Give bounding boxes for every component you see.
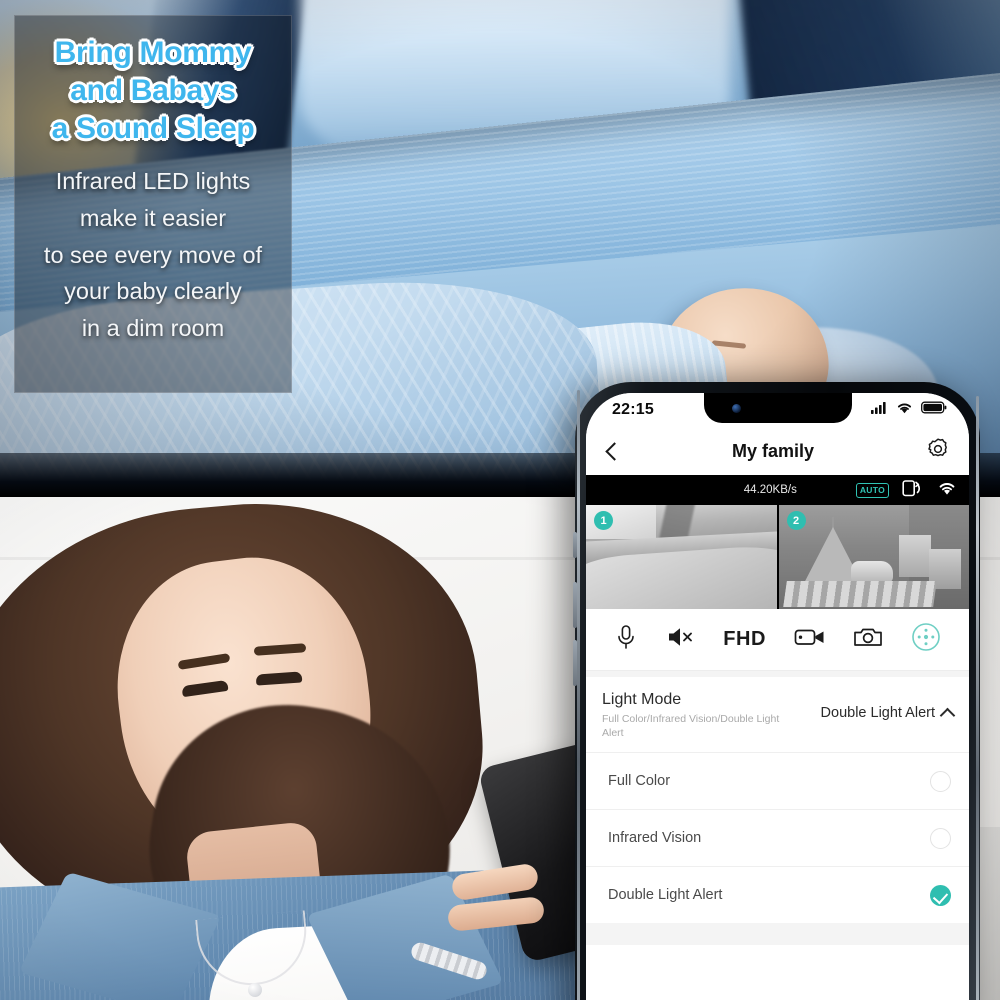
body-line-1: Infrared LED lights (55, 168, 251, 195)
mute-switch-button[interactable] (573, 532, 577, 558)
radio-unselected-icon[interactable] (930, 827, 951, 849)
record-video-button[interactable] (794, 626, 826, 653)
volume-up-button[interactable] (573, 582, 577, 628)
auto-quality-badge[interactable]: AUTO (855, 482, 889, 498)
headline-line-1: Bring Mommy (54, 36, 252, 69)
headline-line-3: a Sound Sleep (51, 111, 255, 145)
option-row-full-color[interactable]: Full Color (586, 752, 969, 810)
feed-badge-1: 1 (594, 511, 613, 530)
chevron-up-icon[interactable] (939, 707, 956, 723)
camera-feed-grid: 1 2 (586, 505, 969, 609)
body-line-4: your baby clearly (64, 278, 242, 305)
phone-right-edge (975, 396, 979, 1000)
nav-bar: My family (586, 427, 969, 475)
phone-left-edge (576, 390, 580, 1000)
back-chevron-icon[interactable] (605, 441, 624, 461)
battery-icon (921, 401, 947, 419)
camera-feed-1[interactable]: 1 (586, 505, 777, 609)
option-label: Infrared Vision (608, 830, 702, 847)
radio-selected-check-icon[interactable] (930, 884, 951, 906)
status-time: 22:15 (612, 401, 654, 418)
option-row-double-light-alert[interactable]: Double Light Alert (586, 866, 969, 924)
gear-icon[interactable] (925, 436, 951, 467)
headline-line-2: and Babays (70, 73, 236, 107)
body-line-2: make it easier (79, 205, 227, 232)
body-line-5: in a dim room (81, 315, 225, 342)
volume-down-button[interactable] (573, 640, 577, 686)
pan-tilt-button[interactable] (911, 622, 941, 657)
body-line-3: to see every move of (43, 241, 263, 268)
light-mode-value: Double Light Alert (820, 705, 935, 721)
option-label: Full Color (608, 773, 671, 790)
settings-panel: Light Mode Full Color/Infrared Vision/Do… (586, 671, 969, 1000)
light-mode-row[interactable]: Light Mode Full Color/Infrared Vision/Do… (586, 677, 969, 753)
network-speed: 44.20KB/s (743, 484, 797, 496)
light-mode-title: Light Mode (602, 691, 682, 708)
resolution-button[interactable]: FHD (723, 628, 766, 651)
speaker-muted-icon (666, 624, 696, 655)
phone-screen: 22:15 My family 44.20KB/s AUTO 1 2 FHD L… (586, 393, 969, 1000)
wifi-icon (896, 401, 913, 419)
snapshot-camera-icon (853, 625, 883, 654)
promo-text-overlay: Bring Mommy and Babays a Sound Sleep Inf… (14, 15, 292, 393)
record-video-icon (794, 626, 826, 653)
front-camera-icon (731, 404, 741, 413)
option-label: Double Light Alert (608, 887, 723, 904)
phone-notch (703, 393, 852, 423)
microphone-button[interactable] (614, 623, 638, 656)
promo-page: Bring Mommy and Babays a Sound Sleep Inf… (0, 0, 1000, 1000)
phone-mockup: 22:15 My family 44.20KB/s AUTO 1 2 FHD L… (573, 382, 980, 1000)
panel-gap (586, 923, 969, 946)
rotate-screen-icon[interactable] (902, 478, 924, 503)
wifi-icon (937, 480, 957, 501)
camera-feed-2[interactable]: 2 (778, 505, 969, 609)
page-title: My family (731, 440, 815, 461)
snapshot-button[interactable] (853, 625, 883, 654)
speaker-mute-button[interactable] (666, 624, 696, 655)
camera-toolbar: FHD (586, 609, 969, 671)
radio-unselected-icon[interactable] (930, 770, 951, 792)
network-bar: 44.20KB/s AUTO (586, 475, 969, 505)
cellular-signal-icon (871, 401, 888, 419)
feed-badge-2: 2 (786, 511, 806, 530)
promo-body: Infrared LED lights make it easier to se… (25, 163, 281, 346)
microphone-icon (614, 623, 638, 656)
light-mode-subtitle: Full Color/Infrared Vision/Double Light … (602, 713, 780, 740)
pan-tilt-control-icon (911, 622, 941, 657)
option-row-infrared-vision[interactable]: Infrared Vision (586, 809, 969, 867)
promo-headline: Bring Mommy and Babays a Sound Sleep (25, 34, 281, 147)
panel-empty-area (586, 945, 969, 1000)
